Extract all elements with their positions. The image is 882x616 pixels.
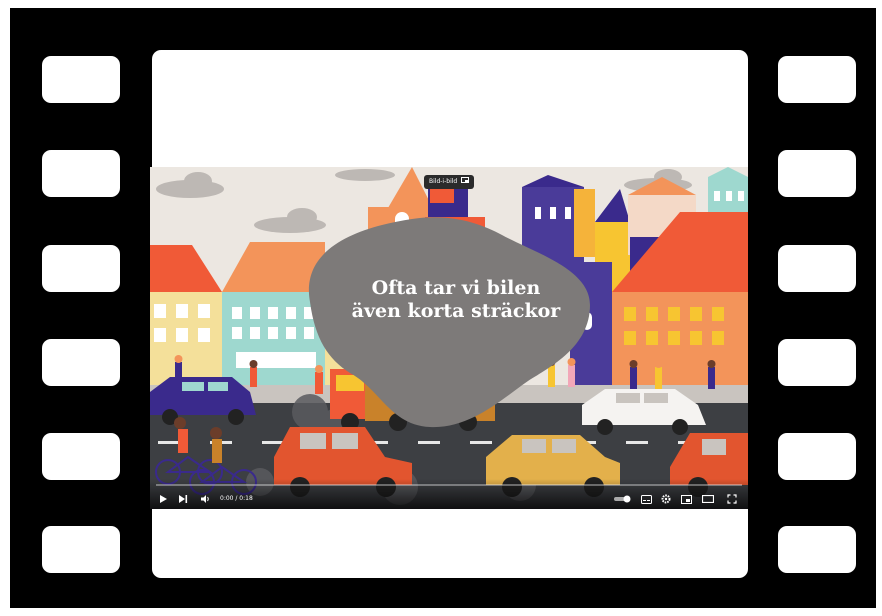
video-player[interactable]: Ofta tar vi bilen även korta sträckor Bi… <box>150 167 748 509</box>
film-sprocket-hole <box>778 433 856 480</box>
miniplayer-icon[interactable] <box>678 492 694 506</box>
film-sprocket-hole <box>42 433 120 480</box>
film-sprocket-hole <box>778 56 856 103</box>
video-controls-bar: 0:00 / 0:18 <box>150 479 748 509</box>
film-sprocket-hole <box>42 56 120 103</box>
film-sprocket-hole <box>42 526 120 573</box>
subtitles-icon[interactable] <box>638 492 654 506</box>
film-sprocket-hole <box>42 245 120 292</box>
picture-in-picture-badge[interactable]: Bild-i-bild <box>424 175 475 189</box>
volume-icon[interactable] <box>198 492 212 506</box>
settings-icon[interactable] <box>658 492 674 506</box>
caption-line-1: Ofta tar vi bilen <box>371 277 541 299</box>
autoplay-toggle-icon[interactable] <box>612 492 634 506</box>
film-sprocket-hole <box>778 245 856 292</box>
theater-mode-icon[interactable] <box>700 492 716 506</box>
video-caption: Ofta tar vi bilen även korta sträckor <box>321 277 591 323</box>
time-display: 0:00 / 0:18 <box>220 495 253 502</box>
fullscreen-icon[interactable] <box>724 492 740 506</box>
video-frame-illustration <box>150 167 748 509</box>
next-icon[interactable] <box>176 492 190 506</box>
progress-bar[interactable] <box>156 484 742 486</box>
play-icon[interactable] <box>156 492 170 506</box>
caption-line-2: även korta sträckor <box>351 300 561 322</box>
film-sprocket-hole <box>778 339 856 386</box>
pip-label: Bild-i-bild <box>429 178 458 185</box>
film-sprocket-hole <box>778 526 856 573</box>
film-sprocket-hole <box>778 150 856 197</box>
film-sprocket-hole <box>42 150 120 197</box>
pip-icon <box>461 175 470 189</box>
film-sprocket-hole <box>42 339 120 386</box>
